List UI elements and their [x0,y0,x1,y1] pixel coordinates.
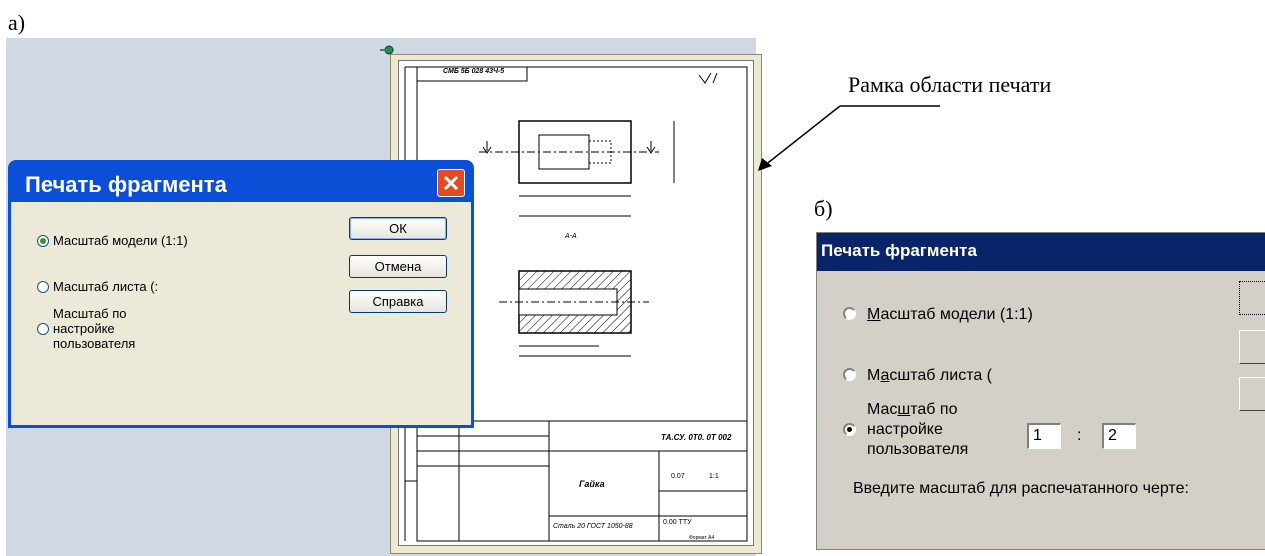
radio-user-scale-label-line2[interactable]: настройке [53,321,115,336]
section-label: А-А [565,233,577,240]
radio-user-scale-label-line2[interactable]: настройке [867,420,943,439]
radio-model-scale-label[interactable]: Масштаб модели (1:1) [53,233,188,248]
radio-user-scale-label-line1[interactable]: Масштаб по [867,400,957,419]
radio-model-scale[interactable] [37,235,49,247]
dialog-title-bar[interactable]: Печать фрагмента [11,160,471,208]
close-icon [443,175,459,191]
mass: 0.07 [671,473,685,480]
label-a: а) [8,10,26,35]
ratio-separator: : [1077,427,1082,444]
radio-sheet-scale-label[interactable]: Масштаб листа ( [867,366,992,385]
drawing-code-top: СМБ 5Б 028 43Ч-5 [443,68,505,75]
radio-sheet-scale[interactable] [843,368,856,381]
radio-model-scale-label[interactable]: Масштаб модели (1:1) [867,305,1033,324]
dialog-title: Печать фрагмента [25,172,227,197]
dialog-title: Печать фрагмента [821,241,977,260]
cancel-button[interactable] [1239,330,1265,364]
radio-sheet-scale[interactable] [37,281,49,293]
label-b: б) [814,196,833,221]
material: Сталь 20 ГОСТ 1050-88 [553,523,633,530]
format: Формат А4 [689,535,715,541]
print-fragment-dialog-classic: Печать фрагмента Масштаб модели (1:1) Ма… [816,232,1265,550]
dialog-body: Масштаб модели (1:1) Масштаб листа (: Ма… [11,202,471,425]
roughness: 0.00 ТТУ [663,519,692,526]
ok-button[interactable] [1239,281,1265,315]
print-fragment-dialog-xp: Печать фрагмента Масштаб модели (1:1) Ма… [8,160,474,428]
radio-user-scale-label-line3[interactable]: пользователя [53,336,135,351]
cancel-button[interactable]: Отмена [349,255,447,278]
help-button[interactable] [1239,377,1265,411]
radio-user-scale[interactable] [843,423,856,436]
radio-user-scale-label-line3[interactable]: пользователя [867,440,968,459]
scale-hint: Введите масштаб для распечатанного черте… [853,480,1189,497]
radio-sheet-scale-label[interactable]: Масштаб листа (: [53,279,158,294]
radio-user-scale[interactable] [37,323,49,335]
scale-numerator-input[interactable]: 1 [1027,423,1061,449]
callout-arrow [758,105,940,171]
ok-button[interactable]: ОК [349,217,447,240]
close-button[interactable] [437,169,465,197]
help-button[interactable]: Справка [349,290,447,313]
dialog-title-bar[interactable]: Печать фрагмента [817,233,1265,271]
scale: 1:1 [709,473,719,480]
scale-denominator-input[interactable]: 2 [1102,423,1136,449]
radio-model-scale[interactable] [843,307,856,320]
part-name: Гайка [579,479,605,489]
radio-user-scale-label-line1[interactable]: Масштаб по [53,306,127,321]
print-area-callout-text: Рамка области печати [848,72,1052,97]
drawing-code-block: ТА.СУ. 0Т0. 0Т 002 [661,433,732,442]
